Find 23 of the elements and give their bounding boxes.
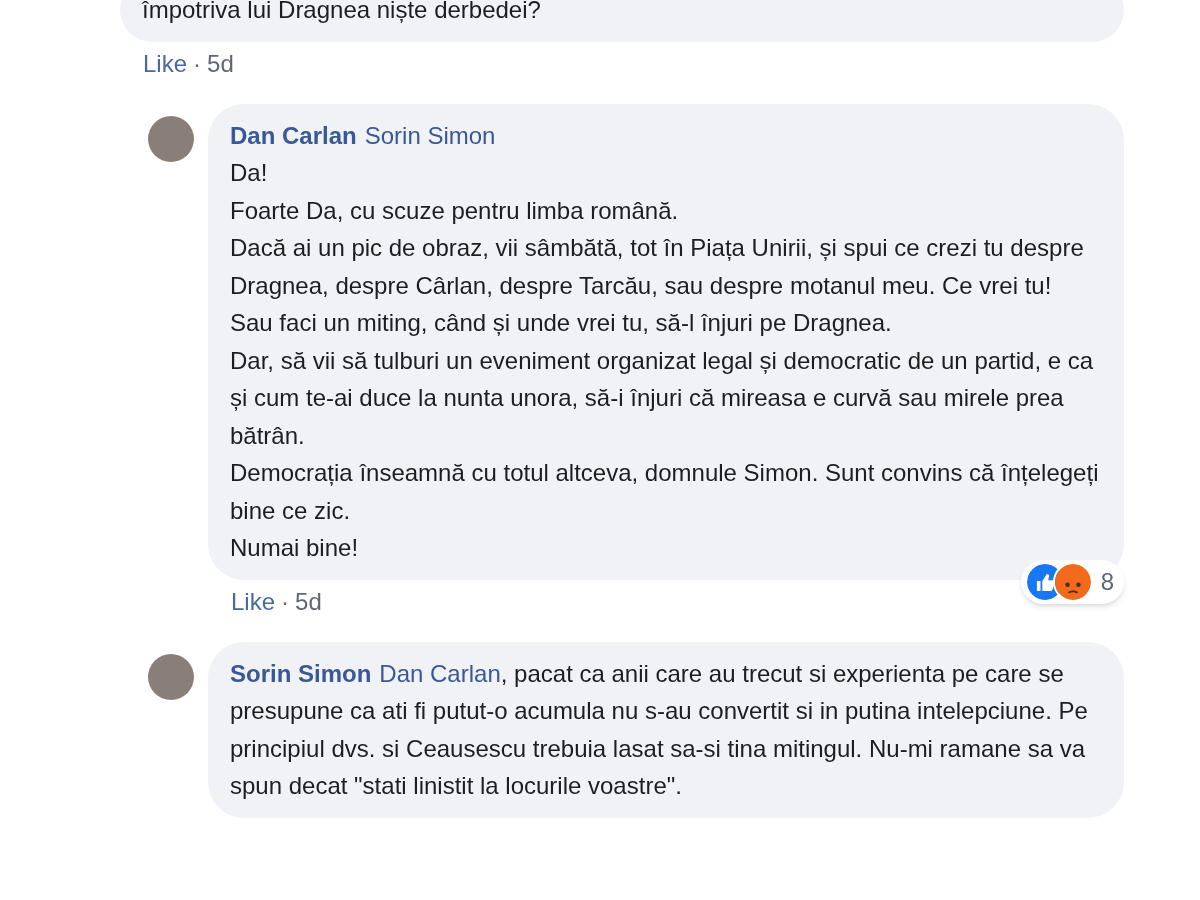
- reactions-badge[interactable]: 8: [1020, 559, 1124, 604]
- comment-time: 5d: [295, 586, 322, 617]
- like-link[interactable]: Like: [143, 45, 188, 82]
- like-link[interactable]: Like: [231, 583, 276, 620]
- separator-dot: ·: [193, 48, 202, 79]
- author-link[interactable]: Dan Carlan: [230, 121, 357, 149]
- comment-text: Democrația înseamnă cu totul altceva, domnule Simon. Sunt convins că înțelegeți bine ce zic.: [230, 458, 1100, 526]
- comment-text: Dacă ai un pic de obraz, vii sâmbătă, tot în Piața Unirii, și spui ce crezi tu despre Dragnea, despre Cârlan, despre Tarcău, sau despre motanul meu. Ce vrei tu!: [230, 233, 1085, 301]
- comment-text: Da!: [230, 158, 269, 188]
- comment-text: Sau faci un miting, când și unde vrei tu, să-l înjuri pe Dragnea.: [230, 308, 893, 338]
- mention-link[interactable]: Sorin Simon: [364, 121, 496, 149]
- reaction-count: 8: [1100, 566, 1114, 597]
- avatar[interactable]: [148, 653, 194, 700]
- author-link[interactable]: Sorin Simon: [230, 659, 372, 687]
- comment-time: 5d: [207, 48, 234, 79]
- comment-text: Foarte Da, cu scuze pentru limba română.: [230, 195, 680, 226]
- comment-text: împotriva lui Dragnea niște derbedei?: [142, 0, 542, 25]
- mention-link[interactable]: Dan Carlan: [379, 659, 501, 687]
- comment-text: Numai bine!: [230, 533, 360, 563]
- comment-text: Dar, să vii să tulburi un eveniment organizat legal și democratic de un partid, e ca și cum te-ai duce la nunta unora, să-i înjuri că mireasa e curvă sau mirele prea bătrân.: [230, 345, 1095, 451]
- avatar[interactable]: [148, 115, 194, 162]
- separator-dot: ·: [281, 586, 290, 617]
- comment-text: Sorin Simon Dan Carlan, pacat ca anii care au trecut si experienta pe care se presupune ca ati fi putut-o acumula nu s-au convertit si in putina intelepciune. Pe principiul dvs. si Ceausescu trebuia lasat sa-si tina mitingul. Nu-mi ramane sa va spun decat "stati linistit la locurile voastre".: [230, 658, 1089, 801]
